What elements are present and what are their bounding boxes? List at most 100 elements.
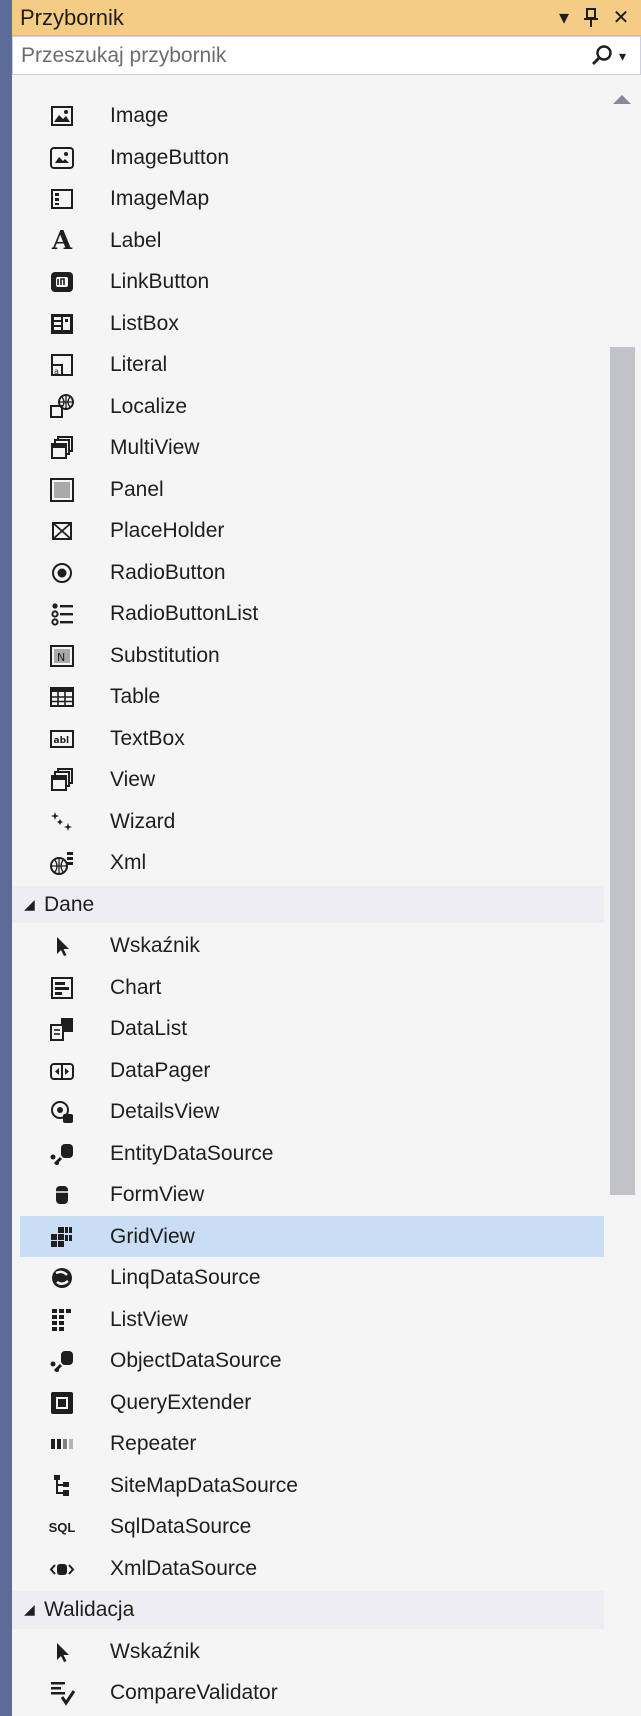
toolbox-item-label: ObjectDataSource [110,1349,282,1372]
toolbox-title-bar[interactable]: Przybornik ▾ ✕ [12,0,641,36]
toolbox-item-label: ListView [110,1307,188,1331]
repeater-icon [48,1430,76,1458]
toolbox-item-xml[interactable]: Xml [12,842,604,884]
toolbox-item-compare-validator[interactable]: CompareValidator [12,1672,604,1714]
form-view-icon [48,1181,76,1209]
toolbox-item-text-box[interactable]: abl TextBox [12,718,604,760]
radio-button-icon [48,559,76,587]
category-header-walidacja[interactable]: ◢ Walidacja [12,1591,604,1629]
toolbox-item-entity-data-source[interactable]: EntityDataSource [12,1133,604,1175]
search-options-dropdown-icon[interactable]: ▾ [619,43,637,69]
placeholder-icon [48,517,76,545]
entity-data-source-icon [48,1140,76,1168]
toolbox-item-image-button[interactable]: ImageButton [12,137,604,179]
toolbox-item-label: Image [110,104,169,127]
toolbox-item-pointer[interactable]: Wskaźnik [12,925,604,967]
xml-data-source-icon [48,1555,76,1583]
toolbox-item-image-map[interactable]: ImageMap [12,178,604,220]
toolbox-item-label: ListBox [110,311,179,335]
toolbox-item-query-extender[interactable]: QueryExtender [12,1382,604,1424]
toolbox-item-label: SqlDataSource [110,1515,252,1538]
pointer-icon [48,932,76,960]
toolbox-item-label: DataList [110,1017,188,1040]
toolbox-panel: Przybornik ▾ ✕ ▾ Image ImageButton ImageMa… [12,0,641,1716]
toolbox-item-label: LinqDataSource [110,1266,261,1289]
toolbox-item-label: Localize [110,394,188,418]
toolbox-item-label: MultiView [110,436,200,459]
collapse-triangle-icon[interactable]: ◢ [24,1591,35,1629]
list-view-icon [48,1306,76,1334]
toolbox-item-label[interactable]: A Label [12,220,604,262]
scrollbar-thumb[interactable] [610,347,635,1195]
toolbox-item-details-view[interactable]: DetailsView [12,1091,604,1133]
image-map-icon [48,185,76,213]
toolbox-item-site-map-data-source[interactable]: SiteMapDataSource [12,1465,604,1507]
toolbox-item-label: Table [110,685,161,708]
toolbox-item-label: Chart [110,975,162,999]
toolbox-item-object-data-source[interactable]: ObjectDataSource [12,1340,604,1382]
toolbox-item-label: RadioButton [110,560,226,584]
svg-text:a: a [54,367,59,376]
panel-icon [48,476,76,504]
vertical-scrollbar[interactable] [604,75,641,1716]
toolbox-item-label: DetailsView [110,1100,220,1123]
compare-validator-icon [48,1679,76,1707]
sql-data-source-icon: SQL [48,1519,76,1535]
scroll-up-icon[interactable] [613,95,631,104]
pin-icon[interactable] [578,0,604,36]
search-input[interactable] [13,37,583,74]
toolbox-item-grid-view[interactable]: GridView [20,1215,604,1257]
toolbox-item-radio-button-list[interactable]: RadioButtonList [12,593,604,635]
toolbox-item-label: Xml [110,851,147,874]
toolbox-item-list-view[interactable]: ListView [12,1299,604,1341]
toolbox-item-xml-data-source[interactable]: XmlDataSource [12,1548,604,1590]
toolbox-item-wizard[interactable]: Wizard [12,801,604,843]
toolbox-item-image[interactable]: Image [12,95,604,137]
toolbox-item-multi-view[interactable]: MultiView [12,427,604,469]
category-label: Walidacja [44,1598,135,1621]
toolbox-item-label: Label [110,228,162,252]
category-header-dane[interactable]: ◢ Dane [12,885,604,924]
toolbox-item-panel[interactable]: Panel [12,469,604,511]
toolbox-item-link-button[interactable]: LinkButton [12,261,604,303]
toolbox-item-literal[interactable]: a Literal [12,344,604,386]
toolbox-item-data-list[interactable]: DataList [12,1008,604,1050]
toolbox-item-substitution[interactable]: N Substitution [12,635,604,677]
toolbox-item-label: PlaceHolder [110,519,225,542]
window-position-dropdown-icon[interactable]: ▾ [551,0,577,36]
data-pager-icon [48,1057,76,1085]
toolbox-item-view[interactable]: View [12,759,604,801]
toolbox-item-localize[interactable]: Localize [12,386,604,428]
linq-data-source-icon [48,1264,76,1292]
category-label: Dane [44,892,95,916]
toolbox-item-label: Repeater [110,1432,197,1455]
grid-view-icon [48,1223,76,1251]
view-icon [48,766,76,794]
radio-button-list-icon [48,600,76,628]
data-list-icon [48,1015,76,1043]
toolbox-item-label: ImageMap [110,187,210,210]
toolbox-item-placeholder[interactable]: PlaceHolder [12,510,604,552]
link-button-icon [48,268,76,296]
search-icon[interactable] [589,43,615,69]
wizard-icon [48,808,76,836]
multi-view-icon [48,434,76,462]
toolbox-item-label: RadioButtonList [110,602,259,625]
toolbox-item-data-pager[interactable]: DataPager [12,1050,604,1092]
toolbox-item-table[interactable]: Table [12,676,604,718]
pointer-icon [48,1638,76,1666]
details-view-icon [48,1098,76,1126]
toolbox-item-form-view[interactable]: FormView [12,1174,604,1216]
collapse-triangle-icon[interactable]: ◢ [24,886,35,924]
toolbox-item-label: SiteMapDataSource [110,1473,298,1497]
toolbox-item-linq-data-source[interactable]: LinqDataSource [12,1257,604,1299]
toolbox-item-pointer[interactable]: Wskaźnik [12,1631,604,1673]
toolbox-item-sql-data-source[interactable]: SQL SqlDataSource [12,1506,604,1548]
toolbox-item-repeater[interactable]: Repeater [12,1423,604,1465]
toolbox-item-chart[interactable]: Chart [12,967,604,1009]
toolbox-item-label: FormView [110,1183,205,1206]
close-icon[interactable]: ✕ [608,0,634,36]
image-icon [48,102,76,130]
toolbox-item-radio-button[interactable]: RadioButton [12,552,604,594]
toolbox-item-list-box[interactable]: ListBox [12,303,604,345]
